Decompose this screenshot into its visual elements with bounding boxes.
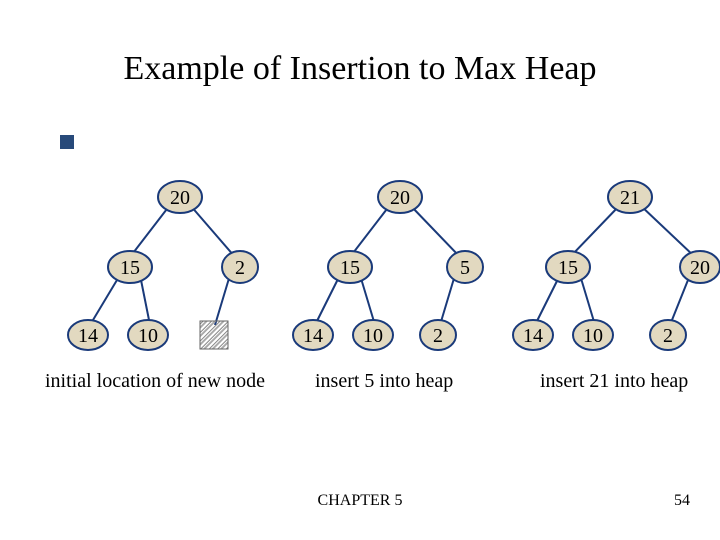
footer-chapter: CHAPTER 5 xyxy=(0,492,720,510)
caption-initial: initial location of new node xyxy=(45,370,265,393)
tree-insert5: 20 15 5 14 10 2 xyxy=(290,175,490,365)
node-right-value: 20 xyxy=(690,257,710,279)
slide-title: Example of Insertion to Max Heap xyxy=(0,50,720,88)
node-root-value: 21 xyxy=(620,187,640,209)
heap-diagram-initial: 20 15 2 14 10 xyxy=(60,175,260,365)
node-leaf2-value: 10 xyxy=(583,325,603,347)
heap-diagram-insert21: 21 15 20 14 10 2 xyxy=(510,175,720,365)
tree-initial: 20 15 2 14 10 xyxy=(60,175,260,365)
node-left-value: 15 xyxy=(120,257,140,279)
node-leaf3-value: 2 xyxy=(663,325,673,347)
node-right-value: 5 xyxy=(460,257,470,279)
node-leaf1-value: 14 xyxy=(303,325,323,347)
node-placeholder-icon xyxy=(200,321,228,349)
node-leaf1-value: 14 xyxy=(78,325,98,347)
node-root-value: 20 xyxy=(170,187,190,209)
caption-insert5: insert 5 into heap xyxy=(315,370,453,393)
node-leaf3-value: 2 xyxy=(433,325,443,347)
node-leaf1-value: 14 xyxy=(523,325,543,347)
title-bullet-icon xyxy=(60,135,74,149)
node-left-value: 15 xyxy=(340,257,360,279)
node-left-value: 15 xyxy=(558,257,578,279)
footer-page-number: 54 xyxy=(674,492,690,510)
node-root-value: 20 xyxy=(390,187,410,209)
node-leaf2-value: 10 xyxy=(138,325,158,347)
node-leaf2-value: 10 xyxy=(363,325,383,347)
node-right-value: 2 xyxy=(235,257,245,279)
tree-insert21: 21 15 20 14 10 2 xyxy=(510,175,720,365)
heap-diagram-insert5: 20 15 5 14 10 2 xyxy=(290,175,490,365)
caption-insert21: insert 21 into heap xyxy=(540,370,688,393)
